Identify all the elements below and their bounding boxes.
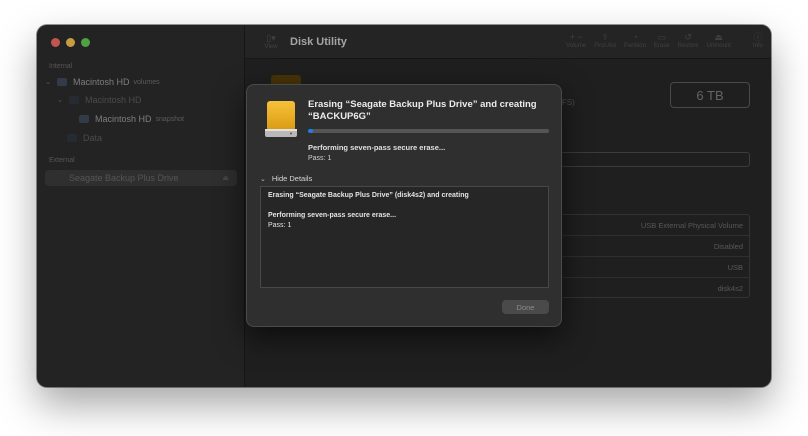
hide-details-toggle[interactable]: ⌄ Hide Details <box>260 174 312 183</box>
done-button[interactable]: Done <box>502 300 549 314</box>
erase-status: Performing seven-pass secure erase... <box>308 143 446 152</box>
log-line: Erasing “Seagate Backup Plus Drive” (dis… <box>268 192 469 199</box>
progress-fill <box>308 129 313 133</box>
log-line: Pass: 1 <box>268 222 292 229</box>
details-log[interactable]: Erasing “Seagate Backup Plus Drive” (dis… <box>260 186 549 288</box>
chevron-down-icon: ⌄ <box>260 175 266 183</box>
hide-details-label: Hide Details <box>271 174 313 183</box>
log-line: Performing seven-pass secure erase... <box>268 212 397 219</box>
erase-progress-bar <box>308 129 549 133</box>
erase-progress-sheet: Erasing “Seagate Backup Plus Drive” and … <box>246 84 562 327</box>
sheet-title: Erasing “Seagate Backup Plus Drive” and … <box>308 99 537 122</box>
erase-pass: Pass: 1 <box>308 155 332 162</box>
external-hard-drive-icon <box>265 101 297 137</box>
